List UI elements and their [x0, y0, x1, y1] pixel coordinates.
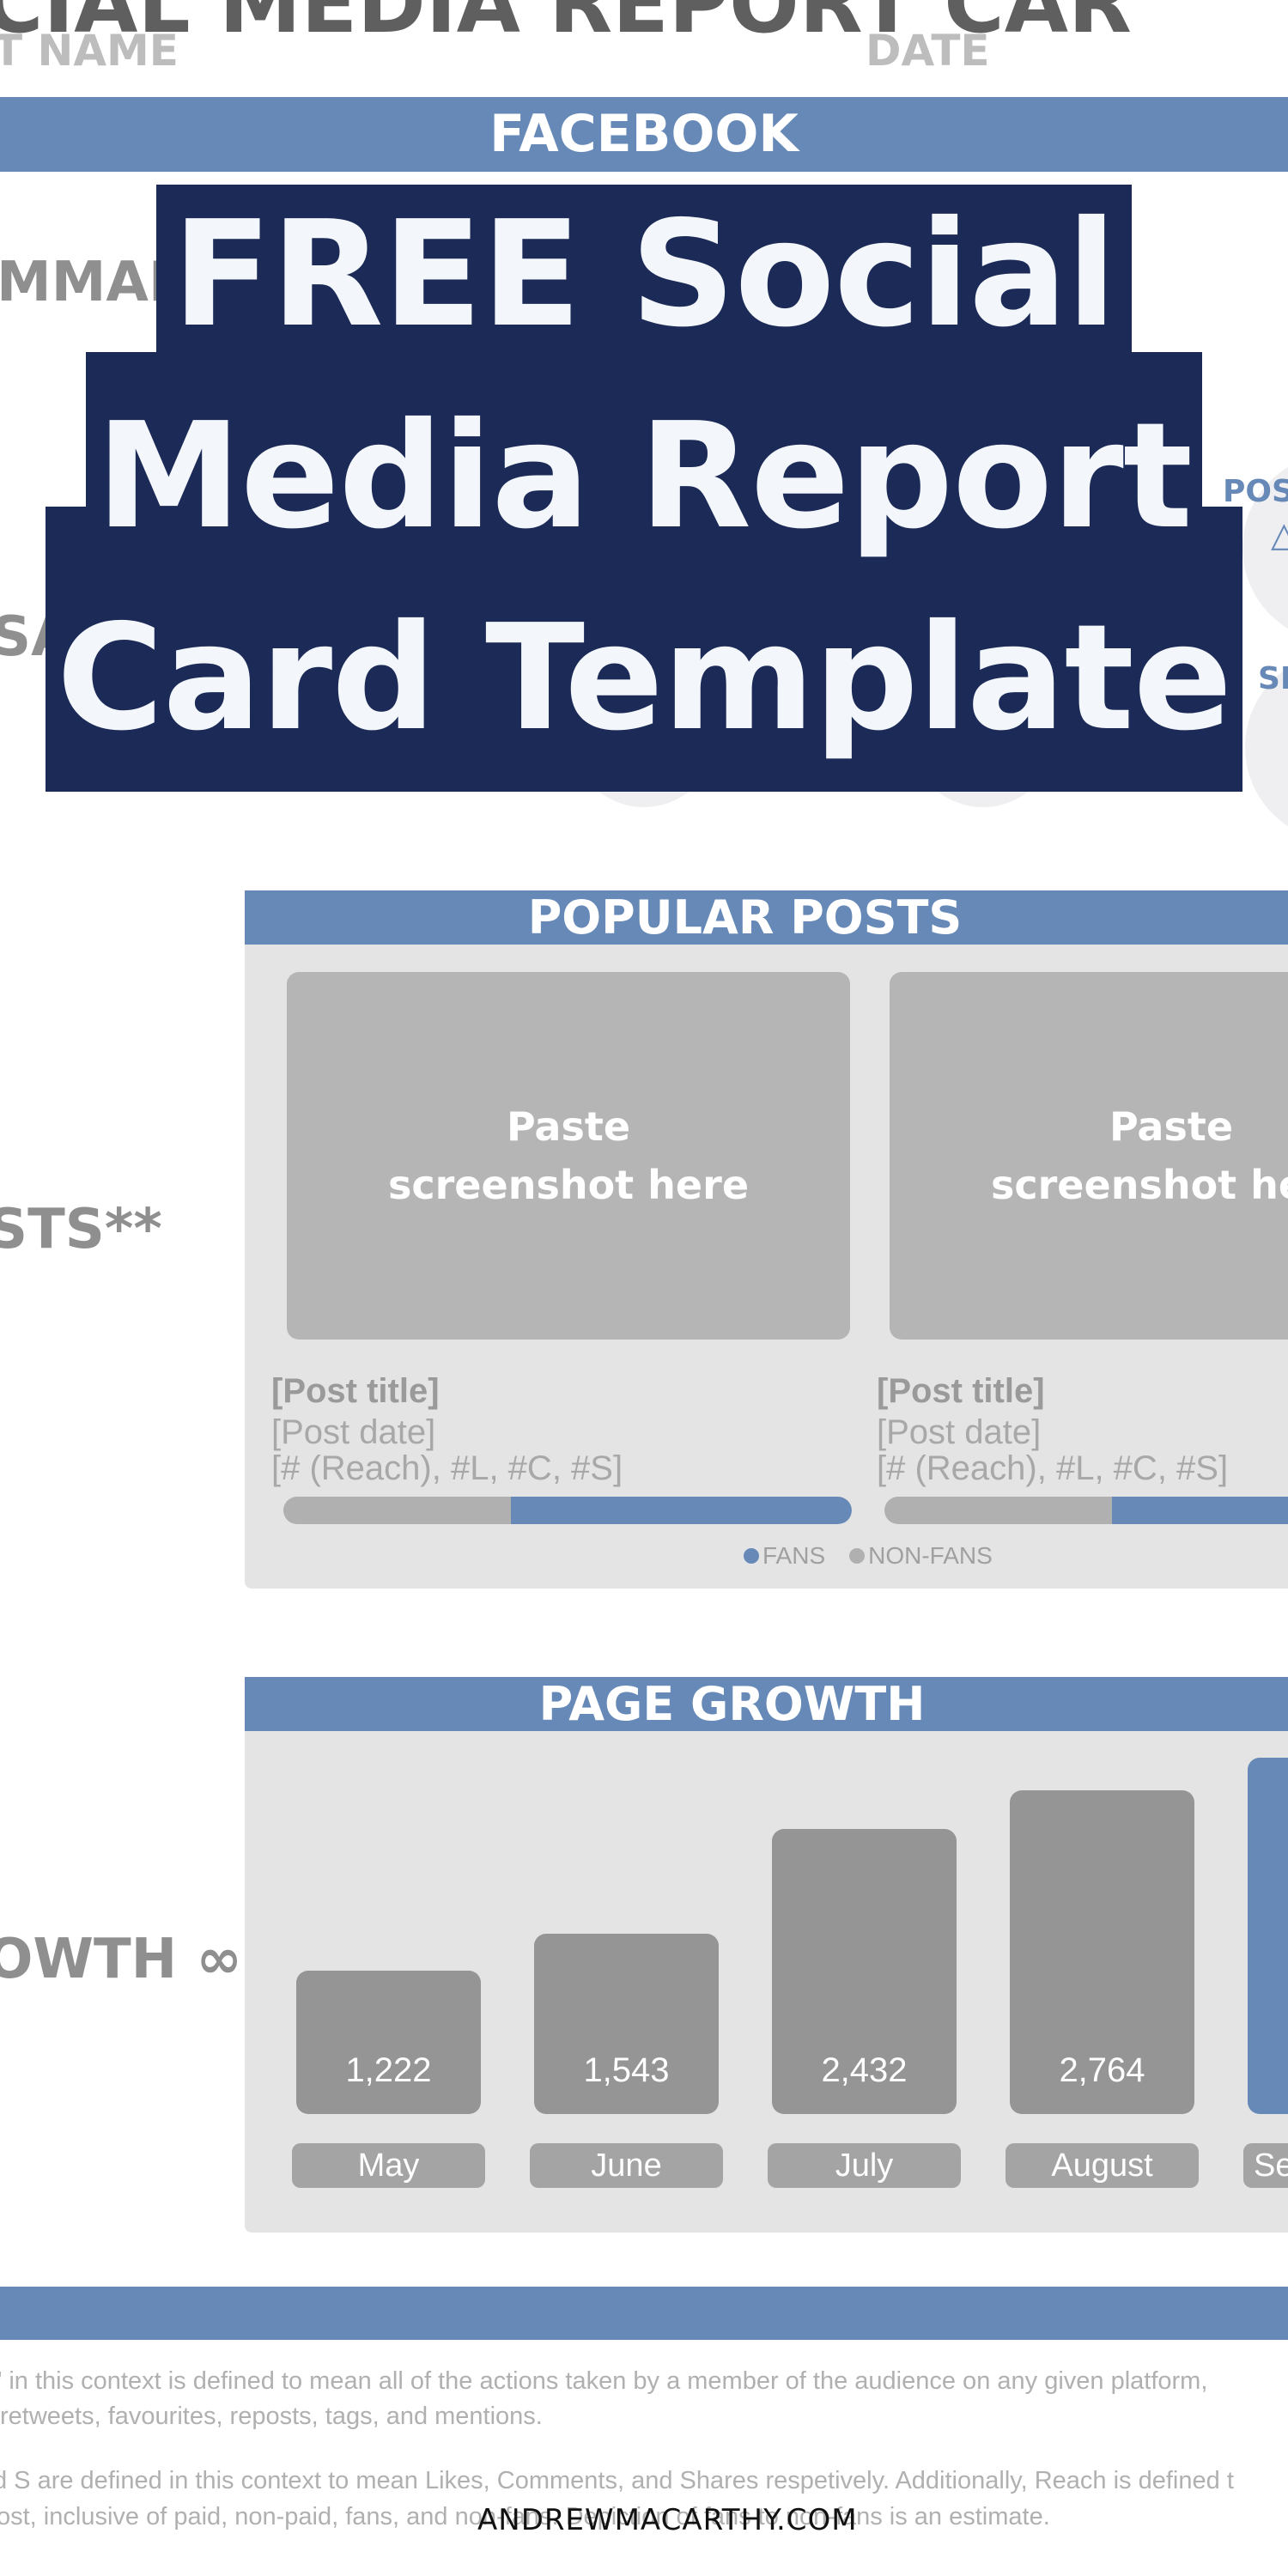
- growth-bar-value: 2,432: [821, 2051, 908, 2089]
- footnote-line: " in this context is defined to mean all…: [0, 2367, 1208, 2395]
- fan-segment: [510, 1497, 852, 1524]
- footer-bar: [0, 2287, 1288, 2340]
- placeholder-text-line2: screenshot here: [387, 1162, 750, 1208]
- overlay-title-line-1: FREE Social: [172, 190, 1117, 360]
- overlay-title-line-2: Media Report: [95, 392, 1193, 562]
- platform-bar: FACEBOOK: [0, 97, 1288, 172]
- client-name-label: T NAME: [0, 26, 179, 76]
- post-stats: [# (Reach), #L, #C, #S]: [877, 1449, 1229, 1487]
- post-screenshot-placeholder[interactable]: Paste screenshot here: [890, 972, 1288, 1340]
- growth-month-label: August: [1005, 2143, 1199, 2188]
- fan-ratio-bar: [884, 1497, 1288, 1524]
- placeholder-text-line1: Paste: [1109, 1103, 1234, 1150]
- platform-label: FACEBOOK: [489, 104, 799, 164]
- popular-posts-side-label: STS**: [0, 1198, 162, 1261]
- non-fans-legend-label: NON-FANS: [868, 1542, 993, 1569]
- growth-bar: 2,432: [772, 1829, 957, 2114]
- fans-legend-label: FANS: [762, 1542, 826, 1569]
- growth-bar-value: 2,764: [1059, 2051, 1145, 2089]
- growth-month-label: June: [530, 2143, 723, 2188]
- stat-label-shares: SH: [1258, 661, 1288, 696]
- watermark: ANDREWMACARTHY.COM: [477, 2503, 858, 2537]
- popular-posts-title: POPULAR POSTS: [527, 890, 963, 945]
- date-label: DATE: [866, 26, 990, 76]
- fans-legend: FANS NON-FANS: [744, 1542, 993, 1570]
- growth-bar: 2,764: [1010, 1790, 1194, 2114]
- overlay-title-line-3: Card Template: [56, 593, 1232, 763]
- page-growth-header: PAGE GROWTH: [245, 1677, 1288, 1731]
- fan-segment: [1111, 1497, 1288, 1524]
- fans-dot-icon: [744, 1548, 759, 1564]
- post-title: [Post title]: [877, 1372, 1045, 1410]
- triangle-icon: △: [1271, 516, 1288, 554]
- growth-bar-value: 1,222: [345, 2051, 432, 2089]
- footnote-line: retweets, favourites, reposts, tags, and…: [0, 2403, 543, 2430]
- growth-month-label: Se: [1243, 2143, 1288, 2188]
- growth-bar: 1,543: [534, 1934, 719, 2114]
- growth-side-label: OWTH ∞: [0, 1928, 242, 1991]
- growth-bar: 1,222: [296, 1971, 481, 2114]
- non-fan-segment: [884, 1497, 1112, 1524]
- post-date: [Post date]: [877, 1413, 1042, 1451]
- page-growth-title: PAGE GROWTH: [538, 1677, 926, 1731]
- fan-ratio-bar: [283, 1497, 852, 1524]
- non-fan-segment: [283, 1497, 511, 1524]
- growth-month-label: May: [292, 2143, 485, 2188]
- footnote-line: d S are defined in this context to mean …: [0, 2467, 1234, 2494]
- growth-month-label: July: [768, 2143, 961, 2188]
- placeholder-text-line1: Paste: [506, 1103, 631, 1150]
- growth-bar-value: 1,543: [583, 2051, 670, 2089]
- popular-posts-header: POPULAR POSTS: [245, 890, 1288, 945]
- post-screenshot-placeholder[interactable]: Paste screenshot here: [287, 972, 850, 1340]
- non-fans-dot-icon: [849, 1548, 866, 1564]
- placeholder-text-line2: screenshot here: [990, 1162, 1288, 1208]
- post-date: [Post date]: [271, 1413, 436, 1451]
- stat-label-posts: POS: [1223, 474, 1288, 509]
- growth-bar: [1248, 1758, 1288, 2114]
- growth-bar-value: [1248, 2032, 1288, 2109]
- post-stats: [# (Reach), #L, #C, #S]: [271, 1449, 623, 1487]
- post-title: [Post title]: [271, 1372, 440, 1410]
